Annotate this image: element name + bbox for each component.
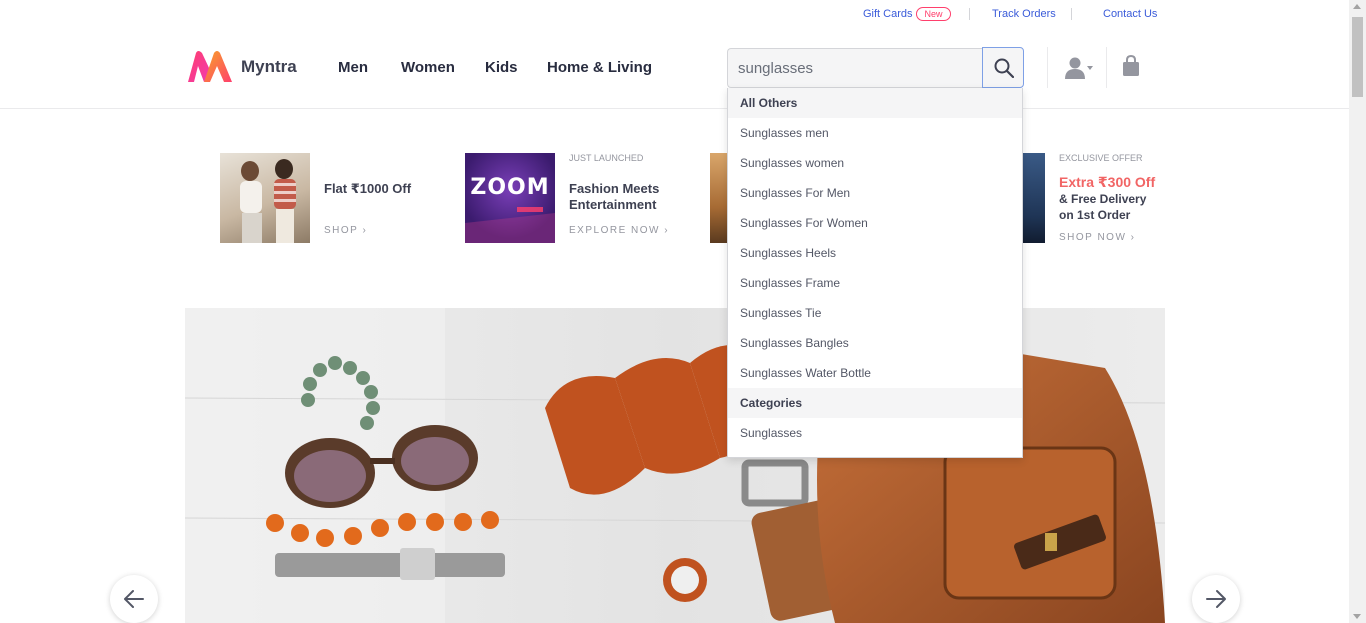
promo-title-line1: Fashion Meets xyxy=(569,181,660,196)
suggestion-item[interactable]: Sunglasses Heels xyxy=(728,238,1022,268)
promo-title-line2: Entertainment xyxy=(569,197,657,212)
promo-title-line3: on 1st Order xyxy=(1059,208,1131,222)
suggestion-item[interactable]: Sunglasses Frame xyxy=(728,268,1022,298)
search-input[interactable] xyxy=(727,48,983,88)
promo-cta[interactable]: SHOP › xyxy=(324,225,367,236)
page-scrollbar[interactable] xyxy=(1349,0,1366,623)
arrow-right-icon xyxy=(1206,590,1226,608)
suggestion-item[interactable]: Sunglasses Water Bottle xyxy=(728,358,1022,388)
divider xyxy=(1071,8,1072,20)
gift-cards-link[interactable]: Gift Cards xyxy=(863,8,913,20)
nav-home-living[interactable]: Home & Living xyxy=(547,59,652,76)
suggestion-group-header: Categories xyxy=(728,388,1022,418)
promo-image: ZOOM xyxy=(465,153,555,243)
suggestion-item[interactable]: Sunglasses Bangles xyxy=(728,328,1022,358)
scroll-down-icon[interactable] xyxy=(1353,614,1361,619)
contact-us-link[interactable]: Contact Us xyxy=(1103,8,1157,20)
scroll-up-icon[interactable] xyxy=(1353,4,1361,9)
suggestion-item[interactable]: Sunglasses For Men xyxy=(728,178,1022,208)
search-icon xyxy=(994,58,1014,78)
promo-title: Flat ₹1000 Off xyxy=(324,181,412,196)
promo-title-line2: & Free Delivery xyxy=(1059,192,1147,206)
header: Myntra Men Women Kids Home & Living xyxy=(0,30,1349,109)
arrow-left-icon xyxy=(124,590,144,608)
nav-women[interactable]: Women xyxy=(401,59,455,76)
carousel-next-button[interactable] xyxy=(1192,575,1240,623)
track-orders-link[interactable]: Track Orders xyxy=(992,8,1056,20)
divider xyxy=(1047,47,1048,88)
promo-cta[interactable]: EXPLORE NOW › xyxy=(569,225,669,236)
divider xyxy=(969,8,970,20)
carousel-prev-button[interactable] xyxy=(110,575,158,623)
bag-icon[interactable] xyxy=(1121,54,1141,78)
suggestion-item[interactable]: Sunglasses women xyxy=(728,148,1022,178)
promo-image xyxy=(220,153,310,243)
utility-bar: Gift Cards New Track Orders Contact Us xyxy=(0,0,1349,30)
nav-men[interactable]: Men xyxy=(338,59,368,76)
suggestion-item[interactable]: Sunglasses Tie xyxy=(728,298,1022,328)
promo-cta[interactable]: SHOP NOW › xyxy=(1059,232,1136,243)
suggestion-category-item[interactable]: Sunglasses xyxy=(728,418,1022,448)
brand-name: Myntra xyxy=(241,57,297,76)
promo-kicker: EXCLUSIVE OFFER xyxy=(1059,153,1143,163)
promo-kicker: JUST LAUNCHED xyxy=(569,153,644,163)
divider xyxy=(1106,47,1107,88)
myntra-logo-icon[interactable] xyxy=(186,50,234,84)
suggestion-group-header: All Others xyxy=(728,88,1022,118)
nav-kids[interactable]: Kids xyxy=(485,59,518,76)
promo-card-zoom[interactable]: ZOOM JUST LAUNCHED Fashion Meets Enterta… xyxy=(465,153,710,245)
promo-card-flat-off[interactable]: Flat ₹1000 Off SHOP › xyxy=(220,153,460,245)
suggestion-item[interactable]: Sunglasses For Women xyxy=(728,208,1022,238)
scrollbar-thumb[interactable] xyxy=(1352,17,1363,97)
page: Gift Cards New Track Orders Contact Us M… xyxy=(0,0,1366,623)
suggestion-item[interactable]: Sunglasses men xyxy=(728,118,1022,148)
search-suggestions-dropdown: All Others Sunglasses men Sunglasses wom… xyxy=(727,88,1023,458)
promo-title-line1: Extra ₹300 Off xyxy=(1059,174,1156,190)
new-badge: New xyxy=(916,7,951,21)
profile-icon[interactable] xyxy=(1064,56,1094,80)
search-button[interactable] xyxy=(982,47,1024,88)
